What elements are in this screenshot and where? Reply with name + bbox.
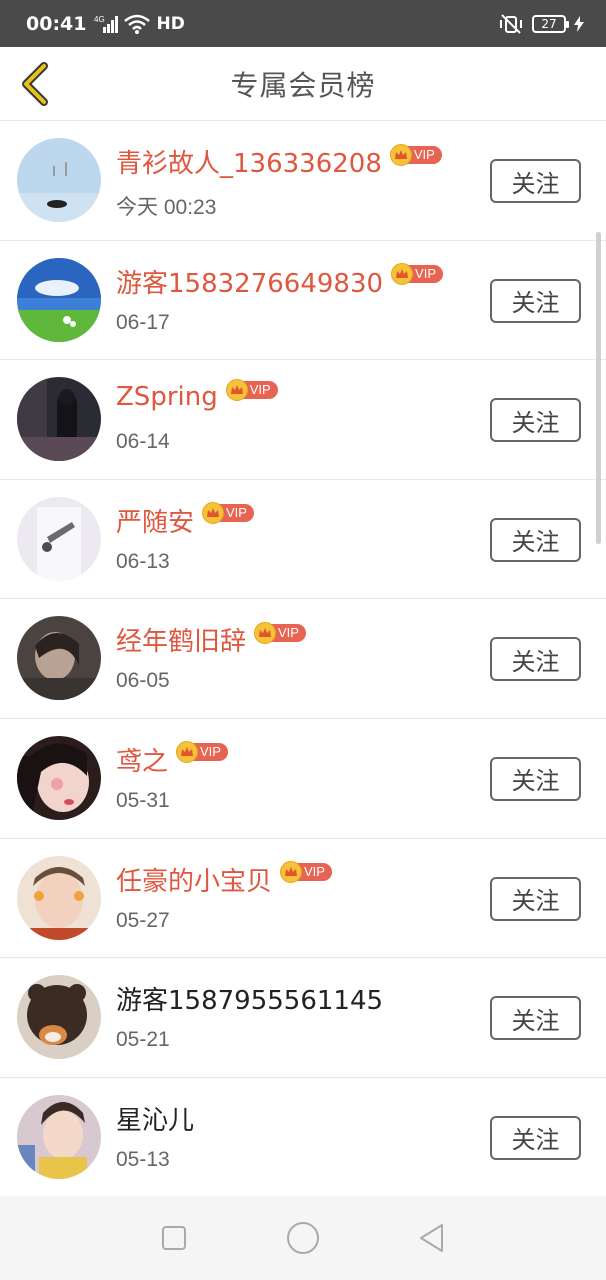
hd-label: HD bbox=[156, 13, 185, 34]
member-date: 05-13 bbox=[116, 1147, 170, 1171]
avatar[interactable] bbox=[17, 975, 101, 1060]
member-list: 青衫故人_136336208 VIP 今天 00:23 关注 游客1583276… bbox=[0, 121, 606, 1198]
vip-badge: VIP bbox=[202, 502, 254, 525]
follow-button[interactable]: 关注 bbox=[490, 398, 581, 443]
list-item[interactable]: 经年鹤旧辞 VIP 06-05 关注 bbox=[0, 599, 606, 719]
page-title: 专属会员榜 bbox=[230, 68, 376, 102]
charging-icon bbox=[574, 15, 584, 32]
member-name[interactable]: ZSpring bbox=[116, 382, 218, 412]
list-item[interactable]: 鸢之 VIP 05-31 关注 bbox=[0, 719, 606, 839]
name-line: 星沁儿 bbox=[116, 1100, 194, 1137]
follow-button[interactable]: 关注 bbox=[490, 278, 581, 323]
member-date: 06-14 bbox=[116, 430, 170, 454]
avatar[interactable] bbox=[17, 616, 101, 701]
status-right: 27 bbox=[498, 13, 584, 34]
member-date: 今天 00:23 bbox=[116, 196, 217, 219]
follow-button[interactable]: 关注 bbox=[490, 517, 581, 562]
vip-badge: VIP bbox=[391, 263, 444, 286]
member-date: 05-21 bbox=[116, 1028, 170, 1052]
member-name[interactable]: 星沁儿 bbox=[116, 1100, 194, 1137]
status-time: 00:41 bbox=[26, 12, 87, 35]
crown-icon bbox=[389, 143, 412, 166]
list-item[interactable]: 严随安 VIP 06-13 关注 bbox=[0, 480, 606, 600]
network-label: 4G bbox=[94, 15, 105, 24]
avatar[interactable] bbox=[17, 138, 101, 222]
circle-icon bbox=[286, 1222, 319, 1254]
avatar[interactable] bbox=[17, 496, 101, 581]
screen: 00:41 4G HD 27 专属会员榜 青衫故人_136336208 VIP … bbox=[0, 0, 606, 1280]
member-name[interactable]: 任豪的小宝贝 bbox=[116, 861, 272, 898]
back-button[interactable] bbox=[10, 59, 60, 109]
member-name[interactable]: 青衫故人_136336208 bbox=[116, 143, 382, 180]
avatar[interactable] bbox=[17, 735, 101, 820]
member-date: 06-13 bbox=[116, 549, 170, 573]
avatar[interactable] bbox=[17, 257, 101, 342]
vip-badge: VIP bbox=[254, 621, 306, 644]
wifi-icon bbox=[124, 14, 151, 34]
name-line: 经年鹤旧辞 VIP bbox=[116, 621, 306, 658]
vibrate-icon bbox=[500, 13, 522, 34]
recent-apps-button[interactable] bbox=[154, 1218, 194, 1258]
follow-button[interactable]: 关注 bbox=[490, 1115, 581, 1160]
name-line: 鸢之 VIP bbox=[116, 741, 228, 778]
name-line: 任豪的小宝贝 VIP bbox=[116, 861, 332, 898]
follow-button[interactable]: 关注 bbox=[490, 996, 581, 1041]
list-item[interactable]: 游客1583276649830 VIP 06-17 关注 bbox=[0, 241, 606, 361]
list-item[interactable]: ZSpring VIP 06-14 关注 bbox=[0, 360, 606, 480]
member-date: 06-17 bbox=[116, 310, 170, 334]
member-date: 05-31 bbox=[116, 788, 170, 812]
crown-icon bbox=[225, 379, 248, 402]
crown-icon bbox=[280, 861, 303, 884]
avatar[interactable] bbox=[17, 1094, 101, 1179]
status-bar: 00:41 4G HD 27 bbox=[0, 0, 606, 47]
member-name[interactable]: 严随安 bbox=[116, 502, 194, 539]
name-line: 游客1587955561145 bbox=[116, 980, 383, 1017]
navigation-bar bbox=[0, 1196, 606, 1280]
scrollbar[interactable] bbox=[596, 232, 601, 544]
follow-button[interactable]: 关注 bbox=[490, 637, 581, 682]
avatar[interactable] bbox=[17, 377, 101, 462]
member-date: 05-27 bbox=[116, 908, 170, 932]
vip-badge: VIP bbox=[176, 741, 228, 764]
crown-icon bbox=[254, 621, 277, 644]
name-line: 游客1583276649830 VIP bbox=[116, 263, 444, 300]
battery-icon: 27 bbox=[532, 14, 569, 33]
list-item[interactable]: 任豪的小宝贝 VIP 05-27 关注 bbox=[0, 839, 606, 959]
follow-button[interactable]: 关注 bbox=[490, 876, 581, 921]
vip-badge: VIP bbox=[389, 143, 442, 166]
crown-icon bbox=[391, 263, 414, 286]
member-date: 06-05 bbox=[116, 669, 170, 693]
name-line: 青衫故人_136336208 VIP bbox=[116, 143, 442, 180]
vip-badge: VIP bbox=[280, 861, 332, 884]
member-name[interactable]: 游客1583276649830 bbox=[116, 263, 383, 300]
list-item[interactable]: 星沁儿 05-13 关注 bbox=[0, 1078, 606, 1198]
name-line: ZSpring VIP bbox=[116, 379, 278, 412]
battery-level: 27 bbox=[541, 16, 557, 31]
follow-button[interactable]: 关注 bbox=[490, 159, 581, 203]
back-arrow-icon bbox=[22, 62, 48, 106]
vip-badge: VIP bbox=[225, 379, 278, 402]
home-button[interactable] bbox=[283, 1218, 323, 1258]
triangle-back-icon bbox=[419, 1224, 443, 1252]
header: 专属会员榜 bbox=[0, 47, 606, 121]
status-left-icons: 4G HD bbox=[94, 13, 185, 34]
list-item[interactable]: 青衫故人_136336208 VIP 今天 00:23 关注 bbox=[0, 121, 606, 241]
signal-icon: 4G bbox=[94, 15, 119, 33]
back-nav-button[interactable] bbox=[412, 1218, 452, 1258]
member-name[interactable]: 鸢之 bbox=[116, 741, 168, 778]
name-line: 严随安 VIP bbox=[116, 502, 254, 539]
square-icon bbox=[162, 1226, 187, 1250]
list-item[interactable]: 游客1587955561145 05-21 关注 bbox=[0, 958, 606, 1078]
member-name[interactable]: 经年鹤旧辞 bbox=[116, 621, 246, 658]
avatar[interactable] bbox=[17, 855, 101, 940]
follow-button[interactable]: 关注 bbox=[490, 756, 581, 801]
member-name[interactable]: 游客1587955561145 bbox=[116, 980, 383, 1017]
